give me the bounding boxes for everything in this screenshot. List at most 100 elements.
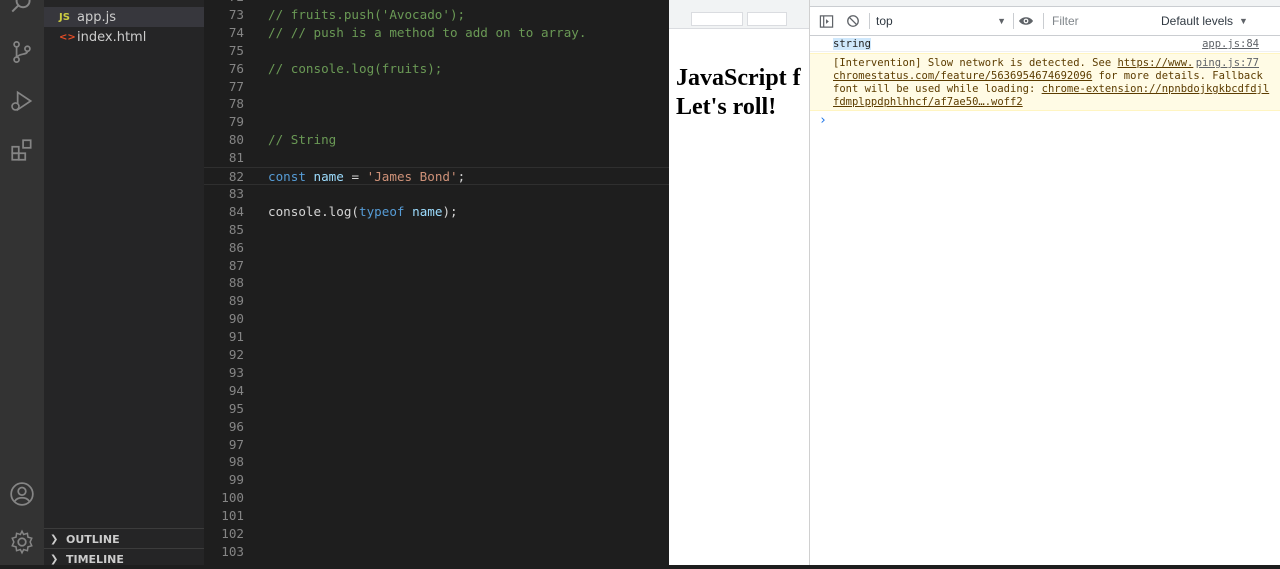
heading-line: Let's roll! bbox=[676, 94, 777, 120]
warning-link[interactable]: chrome-extension://npnbdojkgkbcdfdjl bbox=[1042, 83, 1270, 95]
console-prompt[interactable]: › bbox=[819, 113, 827, 128]
warning-link[interactable]: https://www. bbox=[1117, 57, 1193, 69]
panel-label: TIMELINE bbox=[66, 552, 124, 566]
source-link[interactable]: app.js:84 bbox=[1202, 38, 1259, 50]
toolbar-separator bbox=[869, 13, 870, 29]
code-line[interactable]: 73 // fruits.push('Avocado'); bbox=[204, 6, 669, 24]
line-number: 80 bbox=[228, 132, 244, 148]
console-filter-input[interactable] bbox=[1050, 12, 1154, 30]
log-levels-select[interactable]: Default levels ▼ bbox=[1161, 13, 1251, 29]
warning-link[interactable]: chromestatus.com/feature/563695467469209… bbox=[833, 70, 1092, 82]
code-line-current[interactable]: 82 const name = 'James Bond'; bbox=[204, 167, 669, 185]
outline-panel-header[interactable]: ❯ OUTLINE bbox=[44, 528, 204, 549]
line-number: 95 bbox=[228, 400, 244, 416]
gear-icon[interactable] bbox=[8, 528, 36, 556]
code-line[interactable]: 94 bbox=[204, 382, 669, 400]
line-number: 101 bbox=[221, 508, 244, 524]
levels-label: Default levels bbox=[1161, 14, 1234, 28]
code-line[interactable]: 101 bbox=[204, 507, 669, 525]
context-value: top bbox=[876, 14, 893, 28]
code-line[interactable]: 74 // // push is a method to add on to ar… bbox=[204, 24, 669, 42]
line-number: 77 bbox=[228, 78, 244, 94]
code-line[interactable]: 89 bbox=[204, 292, 669, 310]
line-number: 82 bbox=[228, 169, 244, 184]
code-line[interactable]: 92 bbox=[204, 346, 669, 364]
chevron-right-icon: ❯ bbox=[50, 533, 59, 545]
code-line[interactable]: 96 bbox=[204, 418, 669, 436]
warning-text: [Intervention] Slow network is detected.… bbox=[833, 57, 1118, 69]
code-token: const bbox=[268, 169, 306, 184]
file-item-app-js[interactable]: JS app.js bbox=[44, 7, 204, 27]
line-number: 97 bbox=[228, 436, 244, 452]
line-number: 86 bbox=[228, 239, 244, 255]
code-token: name bbox=[313, 169, 344, 184]
code-line[interactable]: 86 bbox=[204, 239, 669, 257]
search-icon[interactable] bbox=[8, 0, 36, 18]
run-debug-icon[interactable] bbox=[8, 87, 36, 115]
toolbar-field[interactable] bbox=[691, 12, 743, 26]
warning-link[interactable]: fdmplppdphlhhcf/af7ae50….woff2 bbox=[833, 96, 1023, 108]
code-line[interactable]: 75 bbox=[204, 42, 669, 60]
code-line[interactable]: 91 bbox=[204, 328, 669, 346]
code-line[interactable]: 81 bbox=[204, 149, 669, 167]
line-number: 100 bbox=[221, 490, 244, 506]
line-number: 76 bbox=[228, 60, 244, 76]
dropdown-caret-icon: ▼ bbox=[1239, 16, 1248, 26]
console-log-message: string app.js:84 bbox=[810, 36, 1280, 52]
code-line[interactable]: 100 bbox=[204, 489, 669, 507]
clear-console-icon[interactable] bbox=[844, 12, 862, 30]
warning-text: for more details. Fallback bbox=[1092, 70, 1263, 82]
code-line[interactable]: 83 bbox=[204, 185, 669, 203]
warning-line: fdmplppdphlhhcf/af7ae50….woff2 bbox=[833, 96, 1023, 108]
code-token: console bbox=[268, 203, 322, 219]
line-number: 102 bbox=[221, 526, 244, 541]
warning-line: font will be used while loading: chrome-… bbox=[833, 83, 1269, 95]
timeline-panel-header[interactable]: ❯ TIMELINE bbox=[44, 548, 204, 569]
code-line[interactable]: 93 bbox=[204, 364, 669, 382]
extensions-icon[interactable] bbox=[8, 136, 36, 164]
code-token: = bbox=[343, 169, 367, 184]
file-label: index.html bbox=[77, 29, 147, 45]
file-item-index-html[interactable]: <> index.html bbox=[44, 27, 204, 47]
code-line[interactable]: 90 bbox=[204, 310, 669, 328]
line-number: 94 bbox=[228, 382, 244, 398]
source-control-icon[interactable] bbox=[8, 38, 36, 66]
line-number: 87 bbox=[228, 257, 244, 273]
toolbar-separator bbox=[1043, 13, 1044, 29]
code-line[interactable]: 87 bbox=[204, 257, 669, 275]
context-select[interactable]: top ▼ bbox=[876, 13, 1006, 29]
code-line[interactable]: 98 bbox=[204, 453, 669, 471]
eye-icon[interactable] bbox=[1017, 12, 1035, 30]
line-code: // console.log(fruits); bbox=[268, 60, 442, 78]
code-editor[interactable]: 7273// fruits.push('Avocado');74// // pu… bbox=[204, 0, 669, 565]
warning-line: chromestatus.com/feature/563695467469209… bbox=[833, 70, 1263, 82]
line-number: 99 bbox=[228, 472, 244, 488]
account-icon[interactable] bbox=[8, 480, 36, 508]
line-code: // // push is a method to add on to arra… bbox=[268, 24, 586, 42]
code-token: // fruits.push('Avocado'); bbox=[268, 6, 466, 22]
code-line[interactable]: 80 // String bbox=[204, 131, 669, 149]
source-link[interactable]: ping.js:77 bbox=[1196, 57, 1259, 69]
code-line[interactable]: 79 bbox=[204, 113, 669, 131]
toolbar-field[interactable] bbox=[747, 12, 787, 26]
devtools-tabbar bbox=[810, 0, 1280, 7]
code-line[interactable]: 78 bbox=[204, 95, 669, 113]
sidebar-toggle-icon[interactable] bbox=[817, 12, 835, 30]
line-number: 75 bbox=[228, 42, 244, 58]
code-line[interactable]: 77 bbox=[204, 78, 669, 96]
code-line[interactable]: 97 bbox=[204, 436, 669, 454]
code-line[interactable]: 85 bbox=[204, 221, 669, 239]
code-line[interactable]: 102 bbox=[204, 525, 669, 543]
code-line[interactable]: 88 bbox=[204, 274, 669, 292]
code-token: // // push is a method to add on to arra… bbox=[268, 24, 587, 40]
code-line[interactable]: 99 bbox=[204, 471, 669, 489]
code-line[interactable]: 84 console.log(typeof name); bbox=[204, 203, 669, 221]
code-line[interactable]: 76 // console.log(fruits); bbox=[204, 60, 669, 78]
log-text[interactable]: string bbox=[833, 38, 871, 50]
code-line[interactable]: 103 bbox=[204, 543, 669, 561]
line-number: 89 bbox=[228, 293, 244, 309]
code-token: // console.log(fruits); bbox=[268, 60, 443, 76]
code-line[interactable]: 95 bbox=[204, 400, 669, 418]
line-number: 98 bbox=[228, 454, 244, 470]
